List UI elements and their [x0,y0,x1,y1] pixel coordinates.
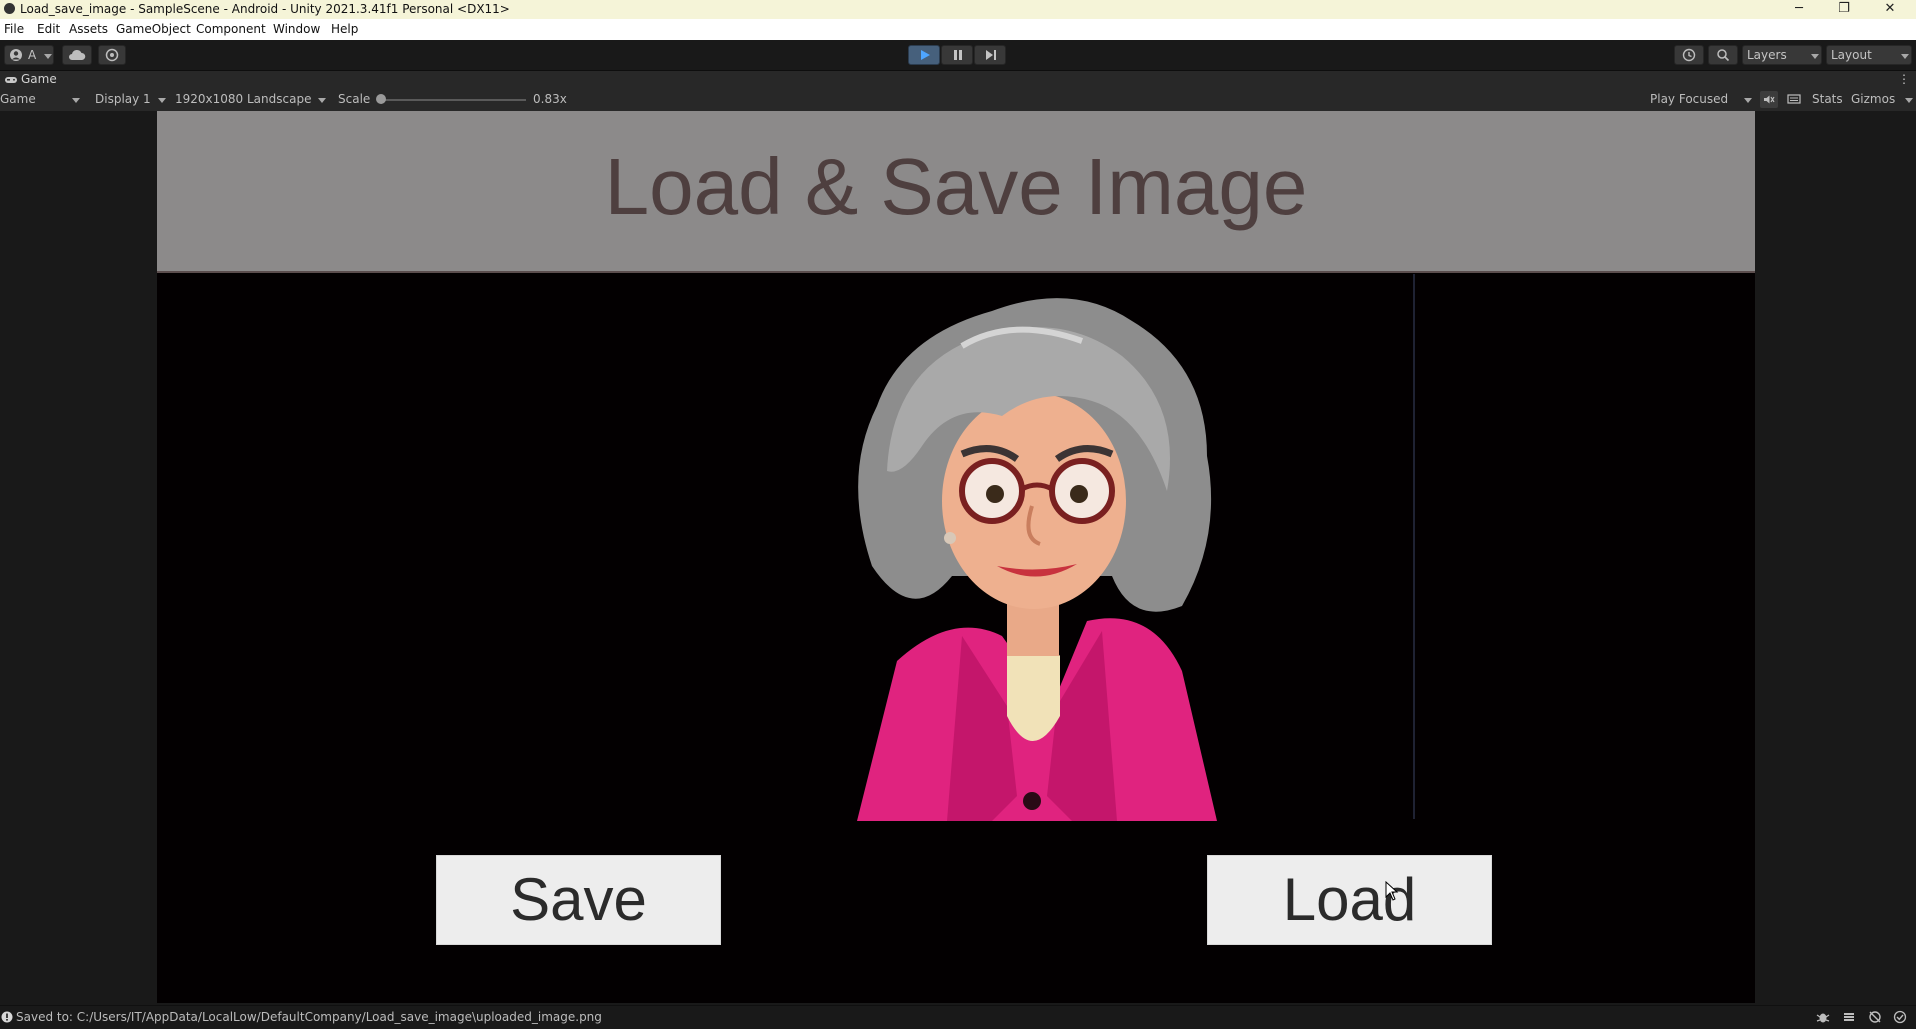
scale-slider-handle[interactable] [376,94,386,104]
chevron-down-icon [1744,98,1752,103]
pause-button[interactable] [941,45,973,65]
menu-bar: File Edit Assets GameObject Component Wi… [0,19,1916,41]
mute-audio-button[interactable] [1760,91,1778,108]
collab-button[interactable] [98,45,126,65]
keyboard-icon [1787,94,1801,104]
account-label: A [28,48,37,62]
save-button[interactable]: Save [436,855,721,945]
resolution-dropdown[interactable]: 1920x1080 Landscape [175,92,330,106]
tab-strip [0,71,1916,89]
chevron-down-icon [318,98,326,103]
game-canvas: Load & Save Image Save Load [157,111,1755,1003]
menu-component[interactable]: Component [196,22,266,36]
close-button[interactable]: ✕ [1870,0,1910,19]
header-panel: Load & Save Image [157,111,1755,273]
window-title-bar: Load_save_image - SampleScene - Android … [0,0,1916,19]
cloud-icon [69,49,86,60]
check-circle-icon[interactable] [1893,1010,1907,1024]
resolution-label: 1920x1080 Landscape [175,92,312,106]
pause-icon [954,50,962,60]
menu-edit[interactable]: Edit [37,22,60,36]
bug-icon[interactable] [1816,1010,1830,1024]
earring [944,532,956,544]
status-message[interactable]: Saved to: C:/Users/IT/AppData/LocalLow/D… [16,1010,602,1024]
play-button[interactable] [908,45,940,65]
account-icon [10,49,22,61]
tab-menu-icon[interactable]: ⋮ [1898,72,1910,88]
step-button[interactable] [974,45,1006,65]
search-button[interactable] [1708,45,1738,65]
mouse-cursor-icon [1385,881,1399,901]
menu-window[interactable]: Window [273,22,320,36]
play-icon [921,50,930,60]
history-button[interactable] [1674,45,1704,65]
loaded-image [857,298,1217,821]
play-focused-label: Play Focused [1650,92,1729,106]
scale-slider-track[interactable] [378,99,526,101]
restore-button[interactable]: ❐ [1824,0,1864,19]
view-mode-dropdown[interactable]: Game [0,92,82,106]
game-view-toolbar: Game Display 1 1920x1080 Landscape Scale… [0,89,1916,112]
display-dropdown[interactable]: Display 1 [95,92,167,106]
menu-help[interactable]: Help [331,22,358,36]
gizmos-label: Gizmos [1851,92,1896,106]
chevron-down-icon [1901,54,1909,59]
gizmos-dropdown[interactable]: Gizmos [1851,92,1913,106]
view-mode-label: Game [0,92,36,106]
right-pupil [1070,485,1088,503]
layout-label: Layout [1831,48,1872,62]
network-icon[interactable] [1868,1010,1882,1024]
stack-icon[interactable] [1842,1010,1856,1024]
play-focused-dropdown[interactable]: Play Focused [1650,92,1754,106]
chevron-down-icon [158,98,166,103]
cloud-button[interactable] [62,45,92,65]
unity-logo-icon [4,3,15,14]
info-icon [1,1011,13,1023]
jacket-button [1023,792,1041,810]
speaker-icon [1764,95,1775,104]
step-icon [986,50,996,60]
main-toolbar: A Layers Layout [0,40,1916,71]
chevron-down-icon [72,98,80,103]
chevron-down-icon [44,54,52,59]
tab-game-label: Game [21,72,57,86]
neck-shape [1007,601,1059,656]
page-title: Load & Save Image [604,142,1308,231]
account-dropdown[interactable]: A [4,45,54,65]
layers-dropdown[interactable]: Layers [1742,45,1822,65]
gamepad-icon [5,77,17,83]
image-border [1413,274,1415,819]
chevron-down-icon [1905,98,1913,103]
minimize-button[interactable]: ─ [1779,0,1819,19]
left-pupil [986,485,1004,503]
status-bar: Saved to: C:/Users/IT/AppData/LocalLow/D… [0,1005,1916,1029]
display-label: Display 1 [95,92,151,106]
chevron-down-icon [1811,54,1819,59]
load-button[interactable]: Load [1207,855,1492,945]
scale-value: 0.83x [533,92,567,106]
tab-game[interactable]: Game [0,71,60,89]
keyboard-shortcuts-button[interactable] [1787,93,1801,105]
layout-dropdown[interactable]: Layout [1826,45,1912,65]
stats-button[interactable]: Stats [1812,92,1843,106]
search-icon [1717,49,1730,62]
scale-label: Scale [338,92,371,106]
menu-assets[interactable]: Assets [69,22,108,36]
menu-file[interactable]: File [4,22,24,36]
menu-gameobject[interactable]: GameObject [116,22,191,36]
collab-icon [105,48,119,62]
window-title: Load_save_image - SampleScene - Android … [20,2,510,16]
layers-label: Layers [1747,48,1787,62]
history-icon [1682,48,1696,62]
